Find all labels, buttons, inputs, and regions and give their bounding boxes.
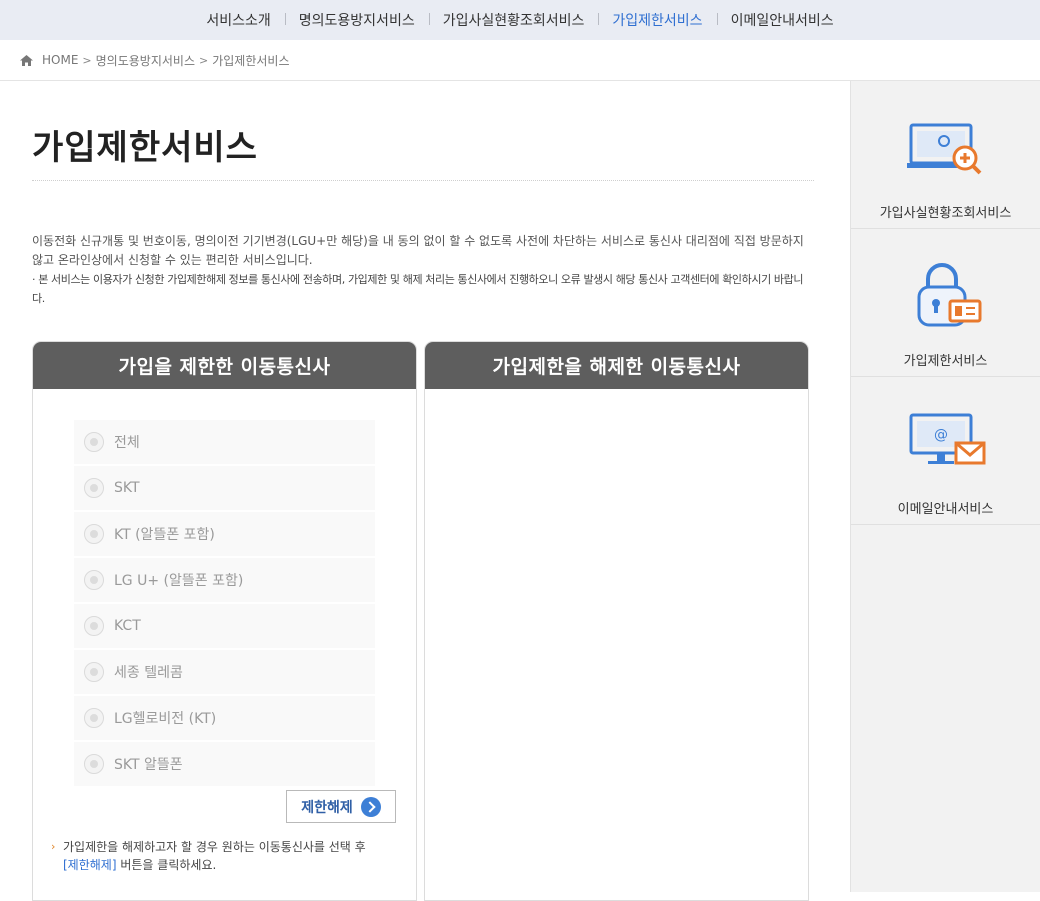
carrier-option-label: 전체	[114, 435, 140, 451]
carrier-option-label: LG헬로비전 (KT)	[114, 711, 217, 727]
monitor-email-icon: @	[909, 413, 985, 465]
restricted-carriers-title: 가입을 제한한 이동통신사	[33, 342, 416, 389]
carrier-options: 전체 SKT KT (알뜰폰 포함) LG U+ (알뜰폰 포함) KCT 세종…	[74, 420, 375, 788]
breadcrumb-separator-icon: >	[82, 53, 92, 67]
sidebar-item-label: 가입제한서비스	[903, 354, 988, 369]
home-icon[interactable]	[20, 54, 33, 66]
nav-item-subscription-restriction[interactable]: 가입제한서비스	[598, 10, 716, 30]
breadcrumb-level2[interactable]: 가입제한서비스	[212, 52, 289, 69]
radio-icon[interactable]	[84, 478, 104, 498]
nav-item-service-intro[interactable]: 서비스소개	[192, 10, 284, 30]
carrier-option-label: KT (알뜰폰 포함)	[114, 527, 215, 543]
carrier-option-label: 세종 텔레콤	[114, 665, 183, 681]
carrier-option-label: LG U+ (알뜰폰 포함)	[114, 573, 244, 589]
bullet-arrow-icon: ›	[51, 840, 56, 853]
radio-icon[interactable]	[84, 708, 104, 728]
sidebar-item-label: 가입사실현황조회서비스	[879, 206, 1012, 221]
sidebar-item-email-notice[interactable]: @ 이메일안내서비스	[851, 377, 1040, 525]
sidebar-item-subscription-lookup[interactable]: 가입사실현황조회서비스	[851, 81, 1040, 229]
radio-icon[interactable]	[84, 524, 104, 544]
radio-icon[interactable]	[84, 754, 104, 774]
radio-icon[interactable]	[84, 616, 104, 636]
breadcrumb-level1[interactable]: 명의도용방지서비스	[96, 52, 195, 69]
release-restriction-button[interactable]: 제한해제	[286, 790, 396, 823]
released-carriers-title: 가입제한을 해제한 이동통신사	[425, 342, 808, 389]
release-restriction-label: 제한해제	[301, 799, 353, 816]
carrier-option-kct[interactable]: KCT	[74, 604, 375, 648]
carrier-option-label: SKT	[114, 480, 140, 496]
svg-text:@: @	[934, 427, 948, 443]
service-sidebar: 가입사실현황조회서비스 가입제한서비스 @ 이메일안내서비스	[850, 81, 1040, 892]
radio-icon[interactable]	[84, 662, 104, 682]
released-carriers-panel: 가입제한을 해제한 이동통신사	[424, 341, 809, 901]
radio-icon[interactable]	[84, 570, 104, 590]
sidebar-item-label: 이메일안내서비스	[897, 502, 994, 517]
service-note: · 본 서비스는 이용자가 신청한 가입제한해제 정보를 통신사에 전송하며, …	[32, 273, 804, 305]
release-guide: › 가입제한을 해제하고자 할 경우 원하는 이동통신사를 선택 후 [제한해제…	[51, 838, 401, 874]
carrier-option-lgu[interactable]: LG U+ (알뜰폰 포함)	[74, 558, 375, 602]
carrier-option-kt[interactable]: KT (알뜰폰 포함)	[74, 512, 375, 556]
top-nav: 서비스소개 명의도용방지서비스 가입사실현황조회서비스 가입제한서비스 이메일안…	[0, 0, 1040, 40]
breadcrumb-home[interactable]: HOME	[42, 53, 78, 67]
title-divider	[32, 180, 814, 181]
arrow-right-icon	[360, 796, 381, 817]
carrier-option-lg-hellovision[interactable]: LG헬로비전 (KT)	[74, 696, 375, 740]
carrier-option-label: KCT	[114, 618, 141, 634]
guide-highlight: [제한해제]	[63, 858, 117, 872]
lock-id-icon	[917, 263, 981, 327]
carrier-option-skt-mvno[interactable]: SKT 알뜰폰	[74, 742, 375, 786]
guide-text: 가입제한을 해제하고자 할 경우 원하는 이동통신사를 선택 후	[63, 840, 366, 854]
nav-item-email-notice[interactable]: 이메일안내서비스	[716, 10, 848, 30]
guide-tail: 버튼을 클릭하세요.	[116, 858, 217, 872]
nav-item-identity-theft-prevention[interactable]: 명의도용방지서비스	[284, 10, 429, 30]
carrier-option-sejong[interactable]: 세종 텔레콤	[74, 650, 375, 694]
sidebar-item-subscription-restriction[interactable]: 가입제한서비스	[851, 229, 1040, 377]
carrier-option-skt[interactable]: SKT	[74, 466, 375, 510]
carrier-option-label: SKT 알뜰폰	[114, 757, 183, 773]
breadcrumb: HOME > 명의도용방지서비스 > 가입제한서비스	[0, 40, 1040, 81]
page-title: 가입제한서비스	[32, 128, 258, 168]
carrier-option-all[interactable]: 전체	[74, 420, 375, 464]
restricted-carriers-panel: 가입을 제한한 이동통신사 전체 SKT KT (알뜰폰 포함) LG U+ (…	[32, 341, 417, 901]
radio-icon[interactable]	[84, 432, 104, 452]
nav-item-subscription-lookup[interactable]: 가입사실현황조회서비스	[428, 10, 599, 30]
service-description: 이동전화 신규개통 및 번호이동, 명의이전 기기변경(LGU+만 해당)을 내…	[32, 234, 804, 267]
monitor-search-icon	[906, 123, 981, 175]
breadcrumb-separator-icon: >	[199, 53, 209, 67]
